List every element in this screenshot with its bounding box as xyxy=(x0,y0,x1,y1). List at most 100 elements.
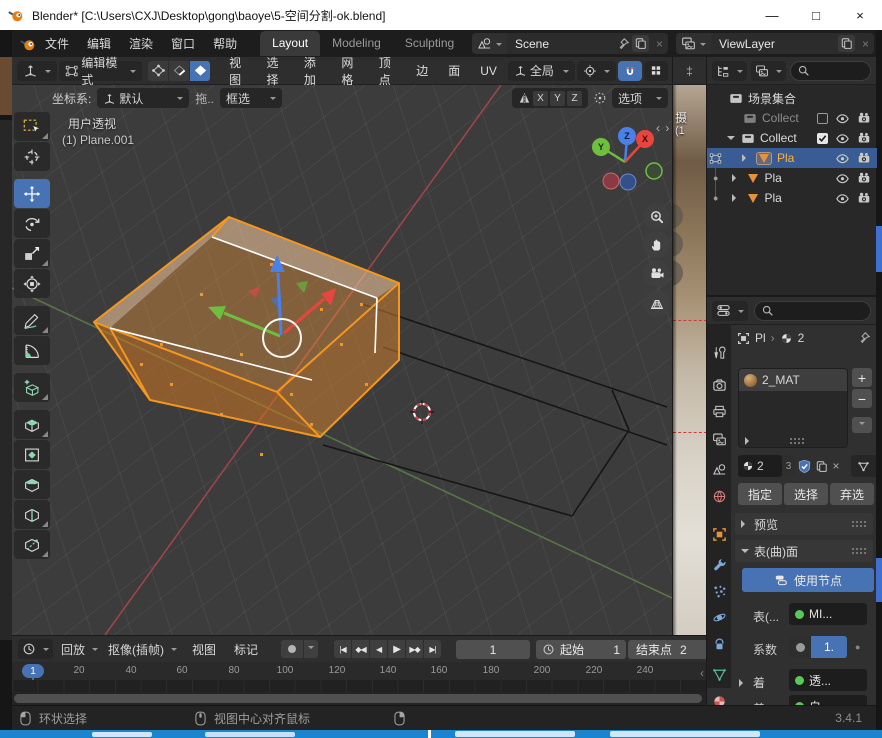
frame-start-field[interactable]: 起始 1 xyxy=(536,640,626,659)
workspace-tab-modeling[interactable]: Modeling xyxy=(320,31,393,56)
surface-shader-dropdown[interactable]: MI... xyxy=(789,603,867,625)
close-button[interactable]: × xyxy=(838,0,882,30)
camera-visibility-icon[interactable] xyxy=(857,111,871,125)
menu-window[interactable]: 窗口 xyxy=(162,35,204,52)
camera-view-button[interactable] xyxy=(643,260,670,287)
fake-user-shield-icon[interactable] xyxy=(795,455,813,477)
menu-face[interactable]: 面 xyxy=(439,62,469,79)
knife-tool[interactable] xyxy=(14,530,50,559)
camera-visibility-icon[interactable] xyxy=(857,171,871,185)
expand-arrow-icon[interactable] xyxy=(742,154,750,162)
transform-orientation-dropdown[interactable]: 全局 xyxy=(508,61,575,81)
record-button[interactable] xyxy=(281,640,303,658)
frame-end-field[interactable]: 结束点 2 xyxy=(628,640,706,659)
play-reverse-button[interactable]: ◀ xyxy=(370,640,387,658)
minimize-button[interactable]: — xyxy=(750,0,794,30)
viewlayer-unlink-icon[interactable]: × xyxy=(857,37,874,51)
expand-arrow-icon[interactable] xyxy=(732,194,740,202)
breadcrumb-material[interactable]: 2 xyxy=(798,331,805,345)
outliner-filter-dropdown[interactable] xyxy=(751,61,786,81)
falloff-icon[interactable] xyxy=(593,91,607,105)
tab-view-layer[interactable] xyxy=(707,426,731,452)
loop-cut-tool[interactable] xyxy=(14,500,50,529)
region-toggle-arrows-icon[interactable]: ‹ › xyxy=(656,121,670,135)
eye-icon[interactable] xyxy=(835,111,850,126)
playback-menu[interactable]: 回放 xyxy=(61,641,98,658)
measure-tool[interactable] xyxy=(14,336,50,365)
prev-keyframe-button[interactable]: ◆◀ xyxy=(352,640,369,658)
timeline-editor-type-button[interactable] xyxy=(18,639,53,659)
expand-arrow-icon[interactable] xyxy=(727,136,735,144)
viewport-canvas[interactable]: Y Z X 坐标系: 默认 拖.. 框选 X Y Z 选项 用户透视 xyxy=(12,85,672,635)
options-dropdown[interactable]: 选项 xyxy=(612,88,668,108)
record-options-button[interactable] xyxy=(304,640,318,658)
outliner-row-active-object[interactable]: Pla xyxy=(707,148,877,168)
menu-edit[interactable]: 编辑 xyxy=(78,35,120,52)
material-users-count[interactable]: 3 xyxy=(782,455,795,477)
camera-visibility-icon[interactable] xyxy=(857,151,871,165)
ortho-grid-button[interactable] xyxy=(643,290,670,317)
extrude-tool[interactable] xyxy=(14,410,50,439)
blender-menu-icon[interactable] xyxy=(20,36,36,52)
scene-browse-button[interactable] xyxy=(472,33,507,54)
exclude-checkbox[interactable] xyxy=(817,113,828,124)
timeline-ruler[interactable]: 20 40 60 80 100 120 140 160 180 200 220 … xyxy=(12,662,706,680)
add-cube-tool[interactable] xyxy=(14,373,50,402)
row-collapsed-icon[interactable] xyxy=(739,679,747,687)
camera-viewport-strip[interactable]: 摄 (1 xyxy=(672,85,706,635)
animate-dot-icon[interactable]: ● xyxy=(855,642,860,652)
viewlayer-browse-button[interactable] xyxy=(676,33,711,54)
menu-file[interactable]: 文件 xyxy=(36,35,78,52)
timeline-track[interactable] xyxy=(12,680,706,692)
eye-icon[interactable] xyxy=(835,171,850,186)
eye-icon[interactable] xyxy=(835,191,850,206)
current-frame-field[interactable]: 1 xyxy=(456,640,530,659)
magnet-snap-icon[interactable] xyxy=(618,61,642,81)
viewlayer-name[interactable]: ViewLayer xyxy=(711,37,836,51)
box-select-dropdown[interactable]: 框选 xyxy=(220,88,282,108)
outliner-row-object[interactable]: ● Pla xyxy=(707,188,877,208)
cursor-tool[interactable] xyxy=(14,142,50,171)
workspace-tab-sculpting[interactable]: Sculpting xyxy=(393,31,466,56)
tab-physics[interactable] xyxy=(707,604,731,630)
outliner-search-input[interactable] xyxy=(790,61,871,81)
rotate-tool[interactable] xyxy=(14,209,50,238)
tab-constraints[interactable] xyxy=(707,631,731,657)
current-frame-marker[interactable]: 1 xyxy=(22,664,44,678)
pin-icon[interactable] xyxy=(857,331,871,345)
mirror-z-toggle[interactable]: Z xyxy=(567,91,582,106)
scale-tool[interactable] xyxy=(14,239,50,268)
panel-grip[interactable] xyxy=(851,520,867,528)
add-slot-button[interactable]: + xyxy=(852,368,872,387)
material-slot-item[interactable]: 2_MAT xyxy=(739,369,847,391)
menu-mesh[interactable]: 网格 xyxy=(332,54,367,88)
menu-view[interactable]: 视图 xyxy=(220,54,255,88)
transform-tool[interactable] xyxy=(14,269,50,298)
timeline-view-menu[interactable]: 视图 xyxy=(183,641,225,658)
panel-grip[interactable] xyxy=(851,547,867,555)
timeline-scrollbar[interactable] xyxy=(12,692,706,705)
tab-world[interactable] xyxy=(707,483,731,509)
viewlayer-new-icon[interactable] xyxy=(838,35,855,52)
edge-select-icon[interactable] xyxy=(169,61,189,81)
bevel-tool[interactable] xyxy=(14,470,50,499)
outliner-row-scene-collection[interactable]: 场景集合 xyxy=(707,88,877,108)
menu-vertex[interactable]: 顶点 xyxy=(370,54,405,88)
list-grip[interactable] xyxy=(789,437,805,445)
deselect-button[interactable]: 弃选 xyxy=(830,483,874,505)
next-keyframe-button[interactable]: ▶◆ xyxy=(406,640,423,658)
camera-visibility-icon[interactable] xyxy=(857,131,871,145)
scrollbar-handle[interactable] xyxy=(14,694,702,703)
menu-edge[interactable]: 边 xyxy=(407,62,437,79)
region-collapse-icon[interactable]: ‹ xyxy=(700,666,704,680)
eye-icon[interactable] xyxy=(835,131,850,146)
move-tool[interactable] xyxy=(14,179,50,208)
menu-help[interactable]: 帮助 xyxy=(204,35,246,52)
mirror-x-toggle[interactable]: X xyxy=(533,91,548,106)
region-header-icon[interactable]: ‡ xyxy=(686,64,693,78)
tab-particles[interactable] xyxy=(707,578,731,604)
properties-editor-type-button[interactable] xyxy=(712,301,748,321)
select-box-tool[interactable] xyxy=(14,112,50,141)
new-material-icon[interactable] xyxy=(813,455,829,477)
tab-modifiers[interactable] xyxy=(707,551,731,577)
